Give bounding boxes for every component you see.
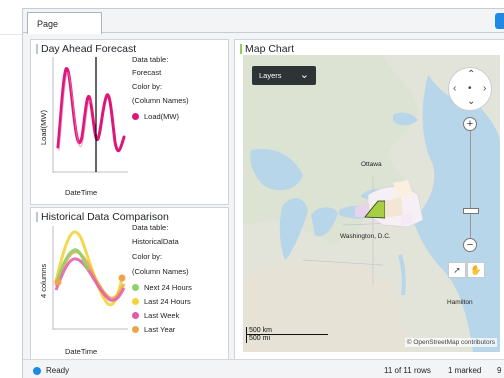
map-label-ottawa: Ottawa xyxy=(361,161,382,168)
panel-title-marker xyxy=(36,212,38,222)
legend-swatch xyxy=(132,284,139,291)
color-by-value: (Column Names) xyxy=(132,267,189,276)
legend-label: Next 24 Hours xyxy=(144,283,192,292)
toolbar-action-button[interactable] xyxy=(495,13,504,29)
legend-label: Last 24 Hours xyxy=(144,297,191,306)
left-edge-divider xyxy=(0,34,22,35)
series-point xyxy=(54,278,62,286)
map-attribution[interactable]: © OpenStreetMap contributors xyxy=(404,338,497,347)
layers-dropdown[interactable]: Layers ⌄ xyxy=(252,66,316,85)
chevron-down-icon: ⌄ xyxy=(299,69,309,81)
panel-title: Day Ahead Forecast xyxy=(36,43,136,55)
panel-title-marker xyxy=(36,44,38,54)
map-title: Map Chart xyxy=(245,43,295,55)
panel-title: Map Chart xyxy=(240,43,294,55)
legend-label: Load(MW) xyxy=(144,112,180,121)
legend-swatch xyxy=(132,298,139,305)
row-count[interactable]: 11 of 11 rows xyxy=(384,366,431,375)
pan-down-icon[interactable]: ⌄ xyxy=(467,96,475,107)
x-axis-label: DateTime xyxy=(65,347,98,356)
forecast-line-chart[interactable] xyxy=(52,57,128,173)
legend-item-next-24-hours[interactable]: Next 24 Hours xyxy=(132,283,192,292)
historical-comparison-panel[interactable]: Historical Data Comparison Data table: H… xyxy=(30,207,229,360)
scale-mi: 500 mi xyxy=(246,335,328,343)
data-table-label: Data table: xyxy=(132,223,169,232)
zoom-in-button[interactable]: + xyxy=(463,117,477,131)
pan-left-icon[interactable]: ‹ xyxy=(453,83,456,94)
pan-up-icon[interactable]: ⌃ xyxy=(467,69,475,80)
historical-title: Historical Data Comparison xyxy=(41,211,169,223)
zoom-slider-track[interactable] xyxy=(470,131,471,241)
data-table-value: Forecast xyxy=(132,68,162,77)
panel-title-marker xyxy=(240,44,242,54)
day-ahead-title: Day Ahead Forecast xyxy=(41,43,137,55)
map-canvas[interactable]: Ottawa Washington, D.C. Hamilton Layers … xyxy=(243,55,500,352)
marked-count[interactable]: 1 marked xyxy=(448,366,481,375)
zoom-out-button[interactable]: − xyxy=(463,238,477,252)
pan-hand-icon[interactable]: ✋ xyxy=(467,262,485,278)
legend-item-last-24-hours[interactable]: Last 24 Hours xyxy=(132,297,191,306)
map-label-hamilton: Hamilton xyxy=(447,299,473,306)
page-tabbar: Page xyxy=(23,9,504,34)
y-axis-label: 4 columns xyxy=(39,263,48,298)
y-axis-label: Load(MW) xyxy=(39,109,48,145)
color-by-label: Color by: xyxy=(132,82,163,91)
pan-right-icon[interactable]: › xyxy=(483,83,486,94)
day-ahead-forecast-panel[interactable]: Day Ahead Forecast Data table: Forecast … xyxy=(30,39,229,205)
scale-km: 500 km xyxy=(246,327,328,335)
historical-line-chart[interactable] xyxy=(52,226,128,330)
pan-center-icon[interactable]: • xyxy=(468,83,472,94)
page-content: Day Ahead Forecast Data table: Forecast … xyxy=(30,39,504,360)
status-trailing-value: 9 xyxy=(497,366,502,375)
map-chart-panel[interactable]: Map Chart Ottawa Washington, D.C. Hamilt… xyxy=(234,39,504,360)
tab-page[interactable]: Page xyxy=(27,12,102,34)
map-label-washington: Washington, D.C. xyxy=(340,233,391,240)
status-text: Ready xyxy=(46,366,70,375)
panel-title: Historical Data Comparison xyxy=(36,211,169,223)
layers-label: Layers xyxy=(259,71,282,80)
load-series-line[interactable] xyxy=(56,67,126,153)
legend-swatch xyxy=(132,113,139,120)
pan-control[interactable]: ⌃ ‹ • › ⌄ xyxy=(448,67,492,111)
legend-label: Last Year xyxy=(144,325,176,334)
x-axis-label: DateTime xyxy=(65,188,98,197)
legend-item-last-year[interactable]: Last Year xyxy=(132,325,175,334)
series-point xyxy=(118,274,126,282)
status-bar: Ready 11 of 11 rows 1 marked 9 xyxy=(23,359,504,378)
legend-item-load[interactable]: Load(MW) xyxy=(132,112,179,121)
legend-item-last-week[interactable]: Last Week xyxy=(132,311,179,320)
color-by-label: Color by: xyxy=(132,252,163,261)
legend-swatch xyxy=(132,312,139,319)
legend-swatch xyxy=(132,326,139,333)
status-indicator-icon xyxy=(33,367,41,375)
select-pointer-icon[interactable]: ➚ xyxy=(448,262,466,278)
data-table-value: HistoricalData xyxy=(132,237,179,246)
legend-label: Last Week xyxy=(144,311,180,320)
color-by-value: (Column Names) xyxy=(132,96,189,105)
zoom-slider-thumb[interactable] xyxy=(463,208,479,214)
data-table-label: Data table: xyxy=(132,55,169,64)
app-window: Page Day Ahead Forecast Data table: Fore… xyxy=(22,8,504,378)
map-scale-bar: 500 km 500 mi xyxy=(246,327,328,343)
